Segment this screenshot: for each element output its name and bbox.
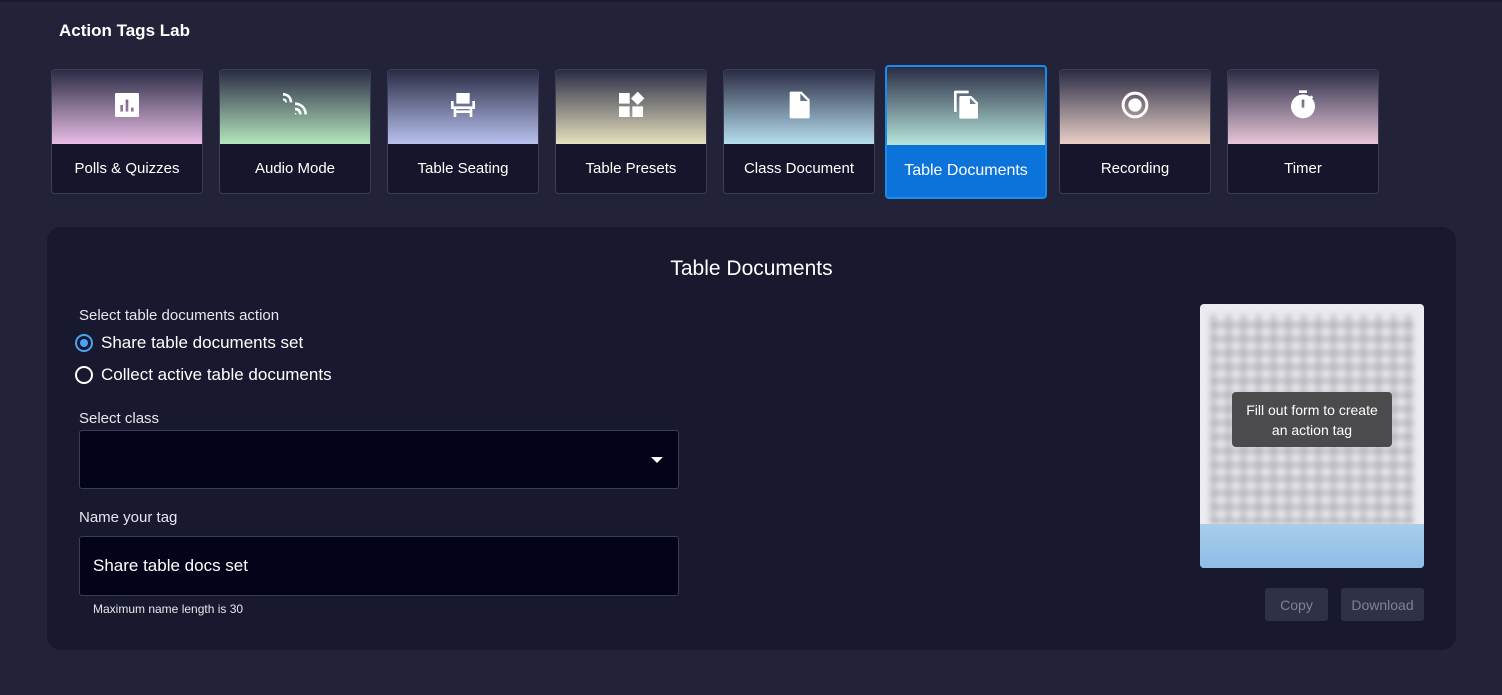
tile-art xyxy=(1060,70,1210,144)
class-select[interactable] xyxy=(79,430,679,489)
radio-selected-icon xyxy=(75,334,93,352)
class-label: Select class xyxy=(79,410,160,427)
bar-chart-icon xyxy=(111,89,143,126)
name-label: Name your tag xyxy=(79,509,178,526)
tile-label: Table Seating xyxy=(417,160,509,177)
tile-art xyxy=(724,70,874,144)
action-type-tiles: Polls & Quizzes Audio Mode Table Seating… xyxy=(51,65,1391,199)
tile-art xyxy=(887,67,1045,145)
tile-label: Class Document xyxy=(743,160,855,177)
chair-icon xyxy=(447,89,479,126)
action-label: Select table documents action xyxy=(79,307,280,324)
top-border xyxy=(0,0,1502,2)
tag-name-input[interactable] xyxy=(79,536,679,596)
tile-art xyxy=(1228,70,1378,144)
tile-recording[interactable]: Recording xyxy=(1059,69,1211,194)
download-button[interactable]: Download xyxy=(1341,588,1424,621)
copy-button[interactable]: Copy xyxy=(1265,588,1328,621)
documents-copy-icon xyxy=(950,88,982,125)
qr-footer-strip xyxy=(1200,524,1424,568)
tile-polls-quizzes[interactable]: Polls & Quizzes xyxy=(51,69,203,194)
tile-art xyxy=(388,70,538,144)
radio-label: Share table documents set xyxy=(101,333,304,352)
tile-class-document[interactable]: Class Document xyxy=(723,69,875,194)
widgets-icon xyxy=(615,89,647,126)
document-icon xyxy=(783,89,815,126)
tile-art xyxy=(556,70,706,144)
radio-share-set[interactable]: Share table documents set xyxy=(75,331,303,355)
radio-collect-active[interactable]: Collect active table documents xyxy=(75,363,332,387)
audio-waves-icon xyxy=(279,89,311,126)
name-helper-text: Maximum name length is 30 xyxy=(93,602,244,616)
panel-title: Table Documents xyxy=(670,257,833,280)
tile-art xyxy=(220,70,370,144)
tile-art xyxy=(52,70,202,144)
tile-label: Table Presets xyxy=(585,160,677,177)
tile-label: Polls & Quizzes xyxy=(74,160,180,177)
radio-unselected-icon xyxy=(75,366,93,384)
tile-label: Table Documents xyxy=(904,162,1028,179)
qr-overlay-message: Fill out form to create an action tag xyxy=(1232,392,1392,447)
qr-code-preview: Fill out form to create an action tag xyxy=(1200,304,1424,568)
tile-audio-mode[interactable]: Audio Mode xyxy=(219,69,371,194)
tile-label: Timer xyxy=(1284,160,1322,177)
tile-label: Audio Mode xyxy=(254,160,336,177)
action-tag-panel: Table Documents Select table documents a… xyxy=(47,227,1456,650)
stopwatch-icon xyxy=(1287,89,1319,126)
tile-table-presets[interactable]: Table Presets xyxy=(555,69,707,194)
tile-label: Recording xyxy=(1100,160,1170,177)
tile-table-documents[interactable]: Table Documents xyxy=(885,65,1047,199)
dropdown-caret-icon xyxy=(651,457,663,463)
tile-table-seating[interactable]: Table Seating xyxy=(387,69,539,194)
page-title: Action Tags Lab xyxy=(59,21,190,40)
tile-timer[interactable]: Timer xyxy=(1227,69,1379,194)
radio-label: Collect active table documents xyxy=(101,365,332,384)
record-icon xyxy=(1119,89,1151,126)
